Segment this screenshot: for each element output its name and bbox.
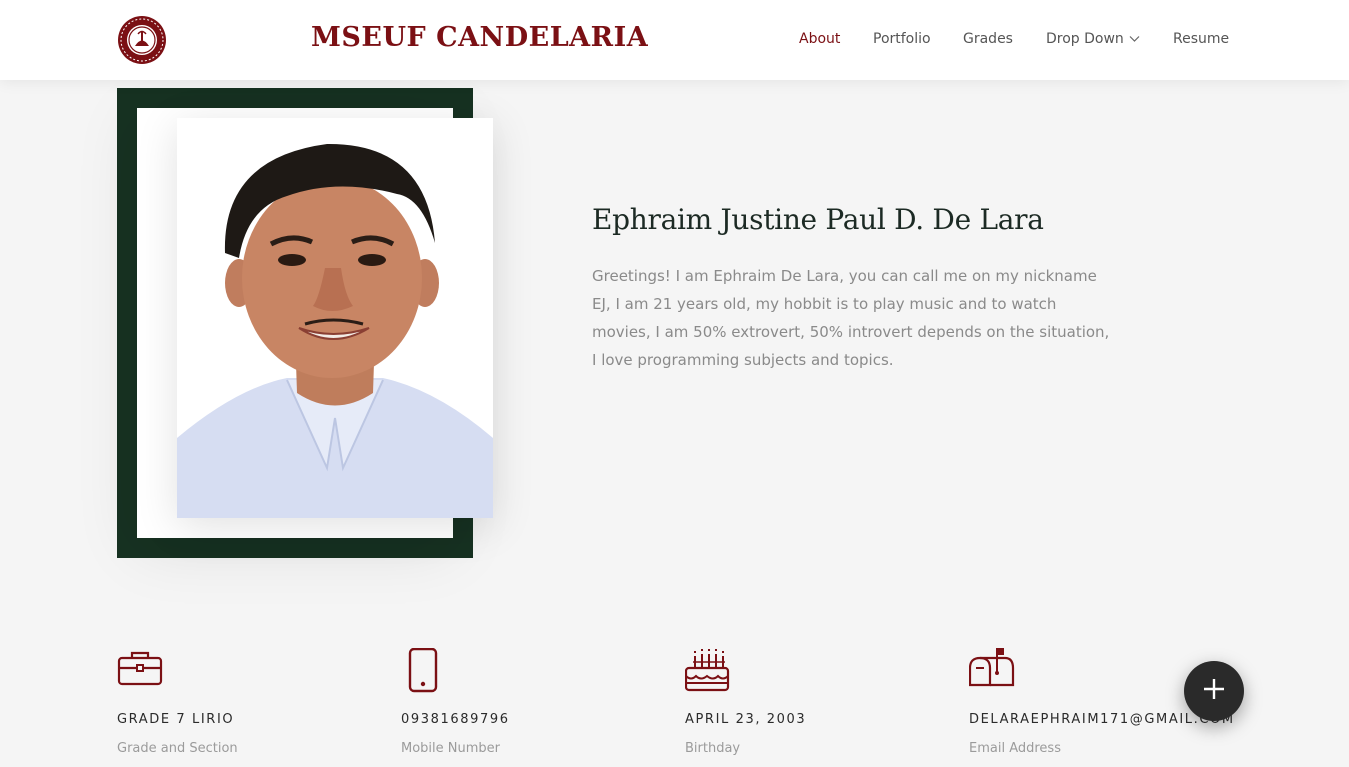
nav-drop-down[interactable]: Drop Down bbox=[1046, 31, 1140, 47]
bio-text: Greetings! I am Ephraim De Lara, you can… bbox=[592, 267, 1110, 369]
birthday-value: APRIL 23, 2003 bbox=[685, 712, 807, 727]
nav-portfolio[interactable]: Portfolio bbox=[873, 31, 931, 47]
birthday-cake-icon bbox=[684, 648, 733, 694]
info-card-birthday: APRIL 23, 2003 Birthday bbox=[684, 648, 945, 756]
site-header: MSEUF CANDELARIA About Portfolio Grades … bbox=[0, 0, 1349, 80]
grade-section-label: Grade and Section bbox=[117, 741, 238, 756]
email-value: DELARAEPHRAIM171@GMAIL.COM bbox=[969, 712, 1235, 727]
nav-grades[interactable]: Grades bbox=[963, 31, 1013, 47]
grade-section-value: GRADE 7 LIRIO bbox=[117, 712, 235, 727]
profile-photo bbox=[177, 118, 493, 518]
mobile-phone-icon bbox=[401, 647, 449, 694]
info-card-grade-section: GRADE 7 LIRIO Grade and Section bbox=[117, 648, 377, 756]
mailbox-icon bbox=[968, 648, 1017, 694]
nav-drop-down-label: Drop Down bbox=[1046, 31, 1124, 47]
plus-icon bbox=[1202, 677, 1226, 705]
main-nav: About Portfolio Grades Drop Down Resume bbox=[0, 31, 1349, 51]
birthday-label: Birthday bbox=[685, 741, 741, 756]
nav-about[interactable]: About bbox=[799, 31, 840, 47]
briefcase-icon bbox=[117, 648, 165, 694]
info-card-mobile: 09381689796 Mobile Number bbox=[401, 647, 661, 756]
nav-resume[interactable]: Resume bbox=[1173, 31, 1229, 47]
email-label: Email Address bbox=[969, 741, 1061, 756]
floating-action-button[interactable] bbox=[1184, 661, 1244, 721]
person-name: Ephraim Justine Paul D. De Lara bbox=[592, 203, 1044, 236]
mobile-number-label: Mobile Number bbox=[401, 741, 500, 756]
mobile-number-value: 09381689796 bbox=[401, 712, 510, 727]
chevron-down-icon bbox=[1129, 31, 1140, 47]
